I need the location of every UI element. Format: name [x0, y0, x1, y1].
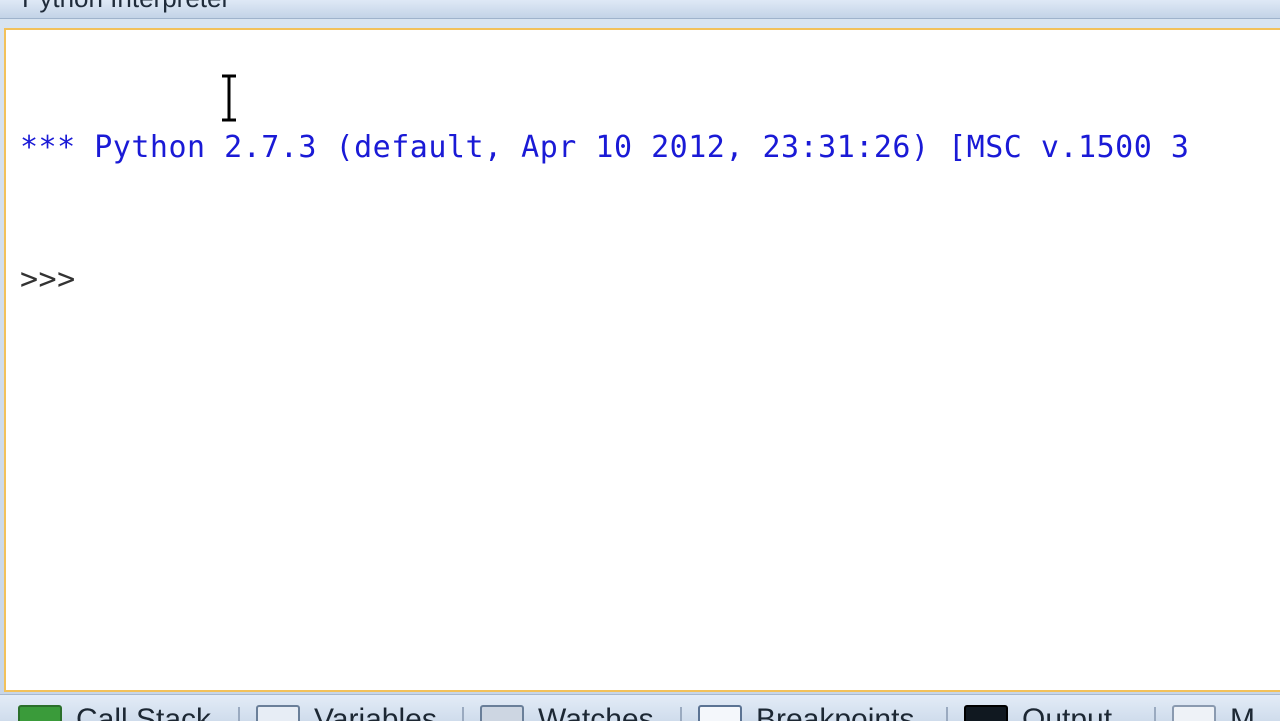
variables-icon: [256, 705, 300, 721]
tab-separator: [680, 707, 682, 721]
console-prompt[interactable]: >>>: [20, 258, 1189, 302]
tab-separator: [462, 707, 464, 721]
tab-call-stack[interactable]: Call Stack: [18, 703, 211, 721]
tab-label: Breakpoints: [756, 703, 915, 721]
console-output[interactable]: *** Python 2.7.3 (default, Apr 10 2012, …: [20, 38, 1189, 390]
tab-modules[interactable]: M: [1172, 703, 1255, 721]
ide-window: Python Interpreter *** Python 2.7.3 (def…: [0, 0, 1280, 721]
tab-label: M: [1230, 703, 1255, 721]
breakpoints-icon: [698, 705, 742, 721]
tab-separator: [1154, 707, 1156, 721]
tab-label: Output: [1022, 703, 1113, 721]
call-stack-icon: [18, 705, 62, 721]
tab-output[interactable]: Output: [964, 703, 1112, 721]
tab-label: Watches: [538, 703, 654, 721]
tab-label: Variables: [314, 703, 437, 721]
output-icon: [964, 705, 1008, 721]
panel-titlebar[interactable]: Python Interpreter: [0, 0, 1280, 19]
watches-icon: [480, 705, 524, 721]
tab-separator: [946, 707, 948, 721]
tab-watches[interactable]: Watches: [480, 703, 654, 721]
interpreter-panel[interactable]: *** Python 2.7.3 (default, Apr 10 2012, …: [4, 28, 1280, 692]
tab-label: Call Stack: [76, 703, 212, 721]
tab-separator: [238, 707, 240, 721]
tab-variables[interactable]: Variables: [256, 703, 437, 721]
modules-icon: [1172, 705, 1216, 721]
tab-breakpoints[interactable]: Breakpoints: [698, 703, 914, 721]
panel-title: Python Interpreter: [22, 0, 230, 14]
text-cursor-icon: [222, 74, 236, 122]
python-banner: *** Python 2.7.3 (default, Apr 10 2012, …: [20, 130, 1190, 165]
bottom-tab-bar: Call Stack Variables Watches Breakpoints…: [0, 694, 1280, 721]
